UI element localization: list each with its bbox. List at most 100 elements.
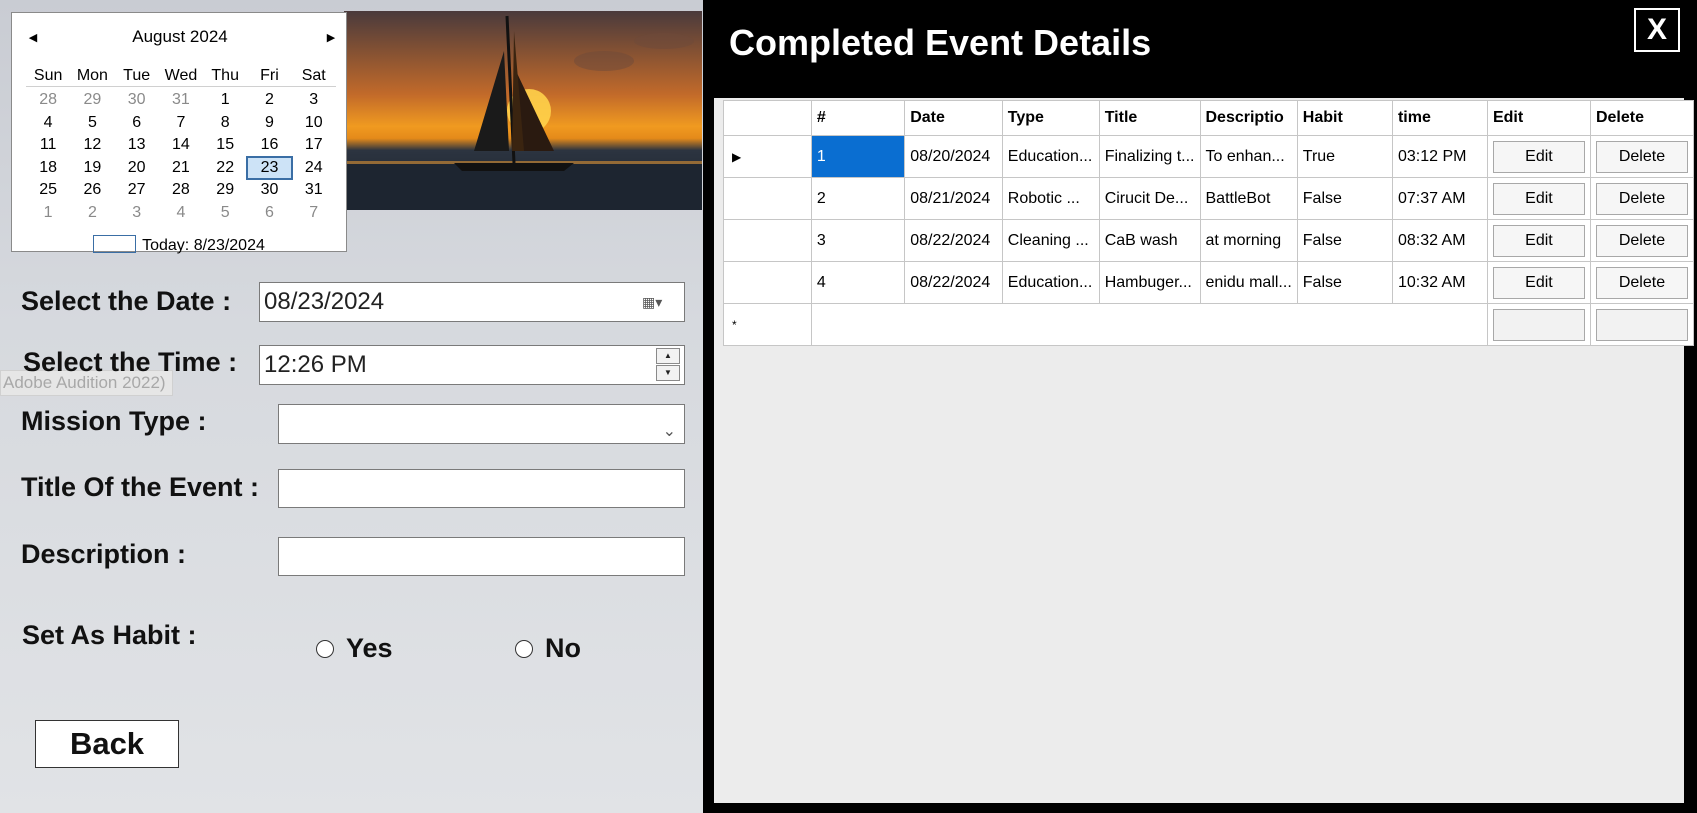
calendar-day[interactable]: 7 — [292, 202, 336, 225]
calendar-day[interactable]: 21 — [159, 157, 203, 180]
next-month-arrow-icon[interactable]: ▶ — [324, 29, 338, 47]
calendar-day[interactable]: 15 — [203, 134, 247, 157]
event-title-input[interactable] — [278, 469, 685, 508]
calendar-day[interactable]: 7 — [159, 112, 203, 135]
calendar-day[interactable]: 17 — [292, 134, 336, 157]
table-cell-type[interactable]: Education... — [1001, 135, 1100, 178]
table-cell-title[interactable]: Hambuger... — [1098, 261, 1201, 304]
edit-button[interactable]: Edit — [1492, 224, 1585, 257]
calendar-day[interactable]: 31 — [292, 179, 336, 202]
table-cell-date[interactable]: 08/21/2024 — [904, 177, 1003, 220]
table-cell-desc[interactable]: enidu mall... — [1199, 261, 1298, 304]
calendar-day[interactable]: 31 — [159, 89, 203, 112]
calendar-day[interactable]: 5 — [203, 202, 247, 225]
column-header[interactable]: # — [810, 100, 906, 136]
table-cell-time[interactable]: 08:32 AM — [1391, 219, 1488, 262]
table-row[interactable]: ▶ 1 08/20/2024 Education... Finalizing t... T… — [723, 135, 1695, 178]
table-row[interactable]: 2 08/21/2024 Robotic ... Cirucit De... Battl… — [723, 177, 1695, 220]
column-header[interactable]: Delete — [1589, 100, 1695, 136]
calendar-day[interactable]: 2 — [247, 89, 291, 112]
calendar-day[interactable]: 20 — [115, 157, 159, 180]
calendar-day[interactable]: 12 — [70, 134, 114, 157]
description-input[interactable] — [278, 537, 685, 576]
table-cell-date[interactable]: 08/22/2024 — [904, 219, 1003, 262]
table-cell-time[interactable]: 03:12 PM — [1391, 135, 1488, 178]
table-cell-desc[interactable]: BattleBot — [1199, 177, 1298, 220]
calendar-day[interactable]: 30 — [247, 179, 291, 202]
back-button[interactable]: Back — [35, 720, 179, 768]
time-picker[interactable]: 12:26 PM ▲ ▼ — [259, 345, 685, 385]
table-cell-type[interactable]: Education... — [1001, 261, 1100, 304]
edit-button[interactable]: Edit — [1492, 182, 1585, 215]
table-cell-title[interactable]: Cirucit De... — [1098, 177, 1201, 220]
table-cell-desc[interactable]: To enhan... — [1199, 135, 1298, 178]
calendar-day[interactable]: 29 — [70, 89, 114, 112]
chevron-down-icon[interactable]: ⌄ — [663, 413, 676, 451]
table-cell-num[interactable]: 4 — [810, 261, 906, 304]
calendar-day[interactable]: 19 — [70, 157, 114, 180]
table-cell-habit[interactable]: False — [1296, 261, 1393, 304]
delete-button[interactable]: Delete — [1595, 182, 1688, 215]
calendar-day[interactable]: 11 — [26, 134, 70, 157]
calendar-month-title[interactable]: August 2024 — [12, 27, 348, 47]
delete-button[interactable]: Delete — [1595, 224, 1688, 257]
column-header[interactable]: time — [1391, 100, 1488, 136]
edit-button[interactable]: Edit — [1492, 266, 1585, 299]
calendar-day[interactable]: 16 — [247, 134, 291, 157]
calendar-day[interactable]: 4 — [159, 202, 203, 225]
table-cell-desc[interactable]: at morning — [1199, 219, 1298, 262]
date-picker[interactable]: 08/23/2024 ▦▾ — [259, 282, 685, 322]
events-table[interactable]: # Date Type Title Descriptio Habit time … — [723, 100, 1695, 346]
calendar-day[interactable]: 8 — [203, 112, 247, 135]
table-row[interactable]: 4 08/22/2024 Education... Hambuger... enidu … — [723, 261, 1695, 304]
calendar-day[interactable]: 29 — [203, 179, 247, 202]
calendar-day[interactable]: 6 — [247, 202, 291, 225]
close-button[interactable]: X — [1634, 8, 1680, 52]
column-header[interactable]: Descriptio — [1199, 100, 1298, 136]
table-cell-type[interactable]: Cleaning ... — [1001, 219, 1100, 262]
calendar-day[interactable]: 13 — [115, 134, 159, 157]
table-cell-type[interactable]: Robotic ... — [1001, 177, 1100, 220]
calendar-day[interactable]: 14 — [159, 134, 203, 157]
calendar-day[interactable]: 18 — [26, 157, 70, 180]
table-cell-num[interactable]: 2 — [810, 177, 906, 220]
calendar-day[interactable]: 2 — [70, 202, 114, 225]
table-cell-title[interactable]: CaB wash — [1098, 219, 1201, 262]
calendar-day[interactable]: 1 — [26, 202, 70, 225]
habit-yes-radio[interactable]: Yes — [316, 633, 393, 664]
row-selector[interactable] — [723, 261, 812, 304]
calendar-day[interactable]: 30 — [115, 89, 159, 112]
calendar-day[interactable]: 28 — [159, 179, 203, 202]
calendar-day[interactable]: 9 — [247, 112, 291, 135]
calendar-day[interactable]: 25 — [26, 179, 70, 202]
calendar-day[interactable]: 23 — [246, 155, 293, 181]
calendar-today-link[interactable]: Today: 8/23/2024 — [12, 235, 346, 257]
row-selector[interactable] — [723, 219, 812, 262]
new-row-edit-button[interactable] — [1492, 308, 1585, 341]
new-row-delete-button[interactable] — [1595, 308, 1688, 341]
calendar-day[interactable]: 3 — [115, 202, 159, 225]
calendar-day[interactable]: 10 — [292, 112, 336, 135]
calendar-day[interactable]: 4 — [26, 112, 70, 135]
calendar-day[interactable]: 6 — [115, 112, 159, 135]
calendar-day[interactable]: 5 — [70, 112, 114, 135]
table-cell-num[interactable]: 3 — [810, 219, 906, 262]
table-cell-habit[interactable]: False — [1296, 219, 1393, 262]
column-header[interactable]: Edit — [1486, 100, 1591, 136]
time-up-arrow-icon[interactable]: ▲ — [656, 348, 680, 364]
column-header[interactable]: Habit — [1296, 100, 1393, 136]
delete-button[interactable]: Delete — [1595, 140, 1688, 173]
table-cell-num[interactable]: 1 — [810, 135, 906, 178]
column-header[interactable]: Title — [1098, 100, 1201, 136]
calendar-day[interactable]: 27 — [115, 179, 159, 202]
table-cell-date[interactable]: 08/22/2024 — [904, 261, 1003, 304]
calendar-day[interactable]: 28 — [26, 89, 70, 112]
calendar-day[interactable]: 1 — [203, 89, 247, 112]
table-cell-time[interactable]: 10:32 AM — [1391, 261, 1488, 304]
calendar-day[interactable]: 24 — [292, 157, 336, 180]
time-down-arrow-icon[interactable]: ▼ — [656, 365, 680, 381]
column-header[interactable]: Type — [1001, 100, 1100, 136]
calendar-day[interactable]: 3 — [292, 89, 336, 112]
mission-type-select[interactable]: ⌄ — [278, 404, 685, 444]
table-cell-habit[interactable]: True — [1296, 135, 1393, 178]
